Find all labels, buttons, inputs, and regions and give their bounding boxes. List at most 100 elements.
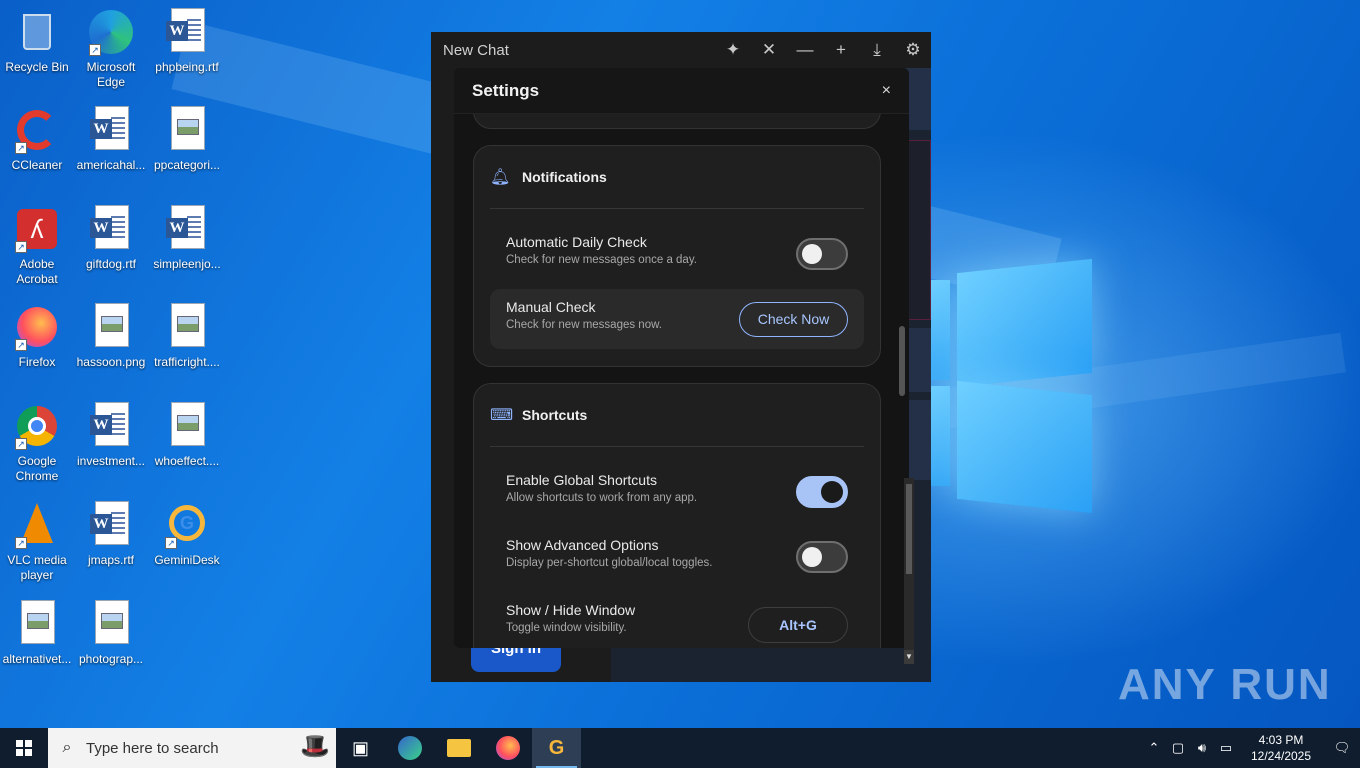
chevron-up-icon[interactable]: ⌃ — [1142, 740, 1166, 756]
desktop-icon[interactable]: Wphpbeing.rtf — [150, 8, 224, 75]
volume-icon[interactable]: 🔊︎ — [1190, 740, 1214, 756]
auto-check-title: Automatic Daily Check — [506, 234, 647, 250]
desktop-icon[interactable]: Recycle Bin — [0, 8, 74, 75]
firefox-taskbar-icon[interactable] — [483, 728, 532, 768]
desktop-icon[interactable]: ↗ Microsoft Edge — [74, 8, 148, 90]
close-icon[interactable]: × — [882, 82, 891, 100]
file-explorer-icon[interactable] — [434, 728, 483, 768]
check-now-button[interactable]: Check Now — [739, 302, 848, 337]
show-hide-row: Show / Hide Window Toggle window visibil… — [490, 592, 864, 648]
search-icon: ⌕ — [62, 739, 72, 756]
desktop-icon-label: ppcategori... — [153, 158, 221, 172]
settings-header: Settings × — [454, 68, 909, 114]
shortcut-arrow-icon: ↗ — [89, 44, 101, 56]
auto-check-row: Automatic Daily Check Check for new mess… — [490, 224, 864, 284]
windows-start-icon — [16, 740, 32, 756]
firefox-icon: ↗ — [13, 303, 61, 351]
auto-check-toggle[interactable] — [796, 238, 848, 270]
scroll-down-icon[interactable]: ▼ — [904, 650, 914, 664]
plus-icon[interactable]: + — [823, 32, 859, 68]
desktop-icon[interactable]: Wjmaps.rtf — [74, 501, 148, 568]
show-hide-desc: Toggle window visibility. — [506, 622, 627, 634]
desktop-icon-label: whoeffect.... — [154, 454, 220, 468]
manual-check-row: Manual Check Check for new messages now.… — [490, 289, 864, 349]
word-doc-icon: W — [87, 402, 135, 450]
taskbar-search[interactable]: ⌕ Type here to search 🎩 — [48, 728, 336, 768]
desktop-icon[interactable]: trafficright.... — [150, 303, 224, 370]
desktop-icon[interactable]: Wamericahal... — [74, 106, 148, 173]
advanced-options-toggle[interactable] — [796, 541, 848, 573]
desktop-icon-label: Microsoft Edge — [86, 60, 136, 89]
word-doc-icon: W — [163, 205, 211, 253]
task-view-icon[interactable]: ▣ — [336, 728, 385, 768]
desktop-icon-label: CCleaner — [11, 158, 63, 172]
advanced-options-title: Show Advanced Options — [506, 537, 659, 553]
shortcut-arrow-icon: ↗ — [15, 241, 27, 253]
minimize-icon[interactable]: — — [787, 32, 823, 68]
bell-icon: 🔔︎ — [490, 169, 511, 186]
desktop-icon[interactable]: alternativet... — [0, 600, 74, 667]
shortcut-arrow-icon: ↗ — [15, 438, 27, 450]
network-icon[interactable]: ▭ — [1214, 740, 1238, 756]
image-file-icon — [163, 402, 211, 450]
windows-logo — [930, 258, 1095, 518]
desktop-icon[interactable]: photograp... — [74, 600, 148, 667]
desktop-icon[interactable]: ↗ Firefox — [0, 303, 74, 370]
desktop-icon[interactable]: Winvestment... — [74, 402, 148, 469]
desktop-icon[interactable]: ↗ VLC media player — [0, 501, 74, 583]
show-hide-hotkey[interactable]: Alt+G — [748, 607, 848, 643]
acrobat-icon: ʎ ↗ — [13, 205, 61, 253]
desktop-icon[interactable]: ppcategori... — [150, 106, 224, 173]
anyrun-watermark: ANY RUN — [1118, 660, 1332, 709]
desktop-icon-label: photograp... — [78, 652, 144, 666]
word-doc-icon: W — [87, 205, 135, 253]
notifications-header: 🔔︎ Notifications — [490, 146, 864, 209]
sparkle-icon[interactable]: ✦ — [715, 32, 751, 68]
clock-date: 12/24/2025 — [1250, 749, 1312, 763]
edge-taskbar-icon[interactable] — [385, 728, 434, 768]
clock-time: 4:03 PM — [1258, 733, 1304, 747]
global-shortcuts-toggle[interactable] — [796, 476, 848, 508]
manual-check-desc: Check for new messages now. — [506, 319, 662, 331]
settings-scrollbar-thumb[interactable] — [899, 326, 905, 396]
start-button[interactable] — [0, 728, 48, 768]
notifications-icon[interactable]: 🗨︎ — [1324, 740, 1360, 756]
settings-dialog: Settings × 🔔︎ Notifications Automatic Da… — [454, 68, 909, 648]
desktop-icon[interactable]: ↗ Google Chrome — [0, 402, 74, 484]
gear-icon[interactable]: ⚙ — [895, 32, 931, 68]
desktop-icon[interactable]: ↗ CCleaner — [0, 106, 74, 173]
desktop-icon[interactable]: G ↗ GeminiDesk — [150, 501, 224, 568]
global-shortcuts-title: Enable Global Shortcuts — [506, 472, 657, 488]
word-doc-icon: W — [163, 8, 211, 56]
notifications-card: 🔔︎ Notifications Automatic Daily Check C… — [473, 145, 881, 367]
desktop-icon-label: jmaps.rtf — [87, 553, 134, 567]
desktop-icon[interactable]: Wgiftdog.rtf — [74, 205, 148, 272]
manual-check-title: Manual Check — [506, 299, 596, 315]
download-icon[interactable]: ⤓ — [859, 32, 895, 68]
desktop-icon[interactable]: whoeffect.... — [150, 402, 224, 469]
shortcut-arrow-icon: ↗ — [15, 339, 27, 351]
meet-now-icon[interactable]: ▢ — [1166, 740, 1190, 756]
desktop-icon[interactable]: hassoon.png — [74, 303, 148, 370]
shortcut-arrow-icon: ↗ — [15, 142, 27, 154]
desktop-icon[interactable]: ʎ ↗ Adobe Acrobat — [0, 205, 74, 287]
geminidesk-taskbar-icon[interactable]: G — [532, 728, 581, 768]
close-icon[interactable]: ✕ — [751, 32, 787, 68]
settings-title: Settings — [472, 80, 540, 100]
geminidesk-icon: G ↗ — [163, 501, 211, 549]
advanced-options-desc: Display per-shortcut global/local toggle… — [506, 557, 713, 569]
desktop-icon[interactable]: Wsimpleenjo... — [150, 205, 224, 272]
image-file-icon — [163, 106, 211, 154]
search-placeholder: Type here to search — [86, 739, 219, 757]
image-file-icon — [163, 303, 211, 351]
clock[interactable]: 4:03 PM 12/24/2025 — [1238, 732, 1324, 764]
notifications-heading: Notifications — [522, 169, 607, 185]
chat-scrollbar[interactable]: ▼ — [904, 478, 914, 664]
desktop-icon-label: investment... — [76, 454, 146, 468]
desktop-icon-label: GeminiDesk — [154, 553, 220, 567]
desktop-icon-label: giftdog.rtf — [85, 257, 137, 271]
desktop-icon-label: alternativet... — [2, 652, 72, 666]
global-shortcuts-desc: Allow shortcuts to work from any app. — [506, 492, 698, 504]
advanced-options-row: Show Advanced Options Display per-shortc… — [490, 527, 864, 587]
settings-body[interactable]: 🔔︎ Notifications Automatic Daily Check C… — [454, 114, 909, 648]
